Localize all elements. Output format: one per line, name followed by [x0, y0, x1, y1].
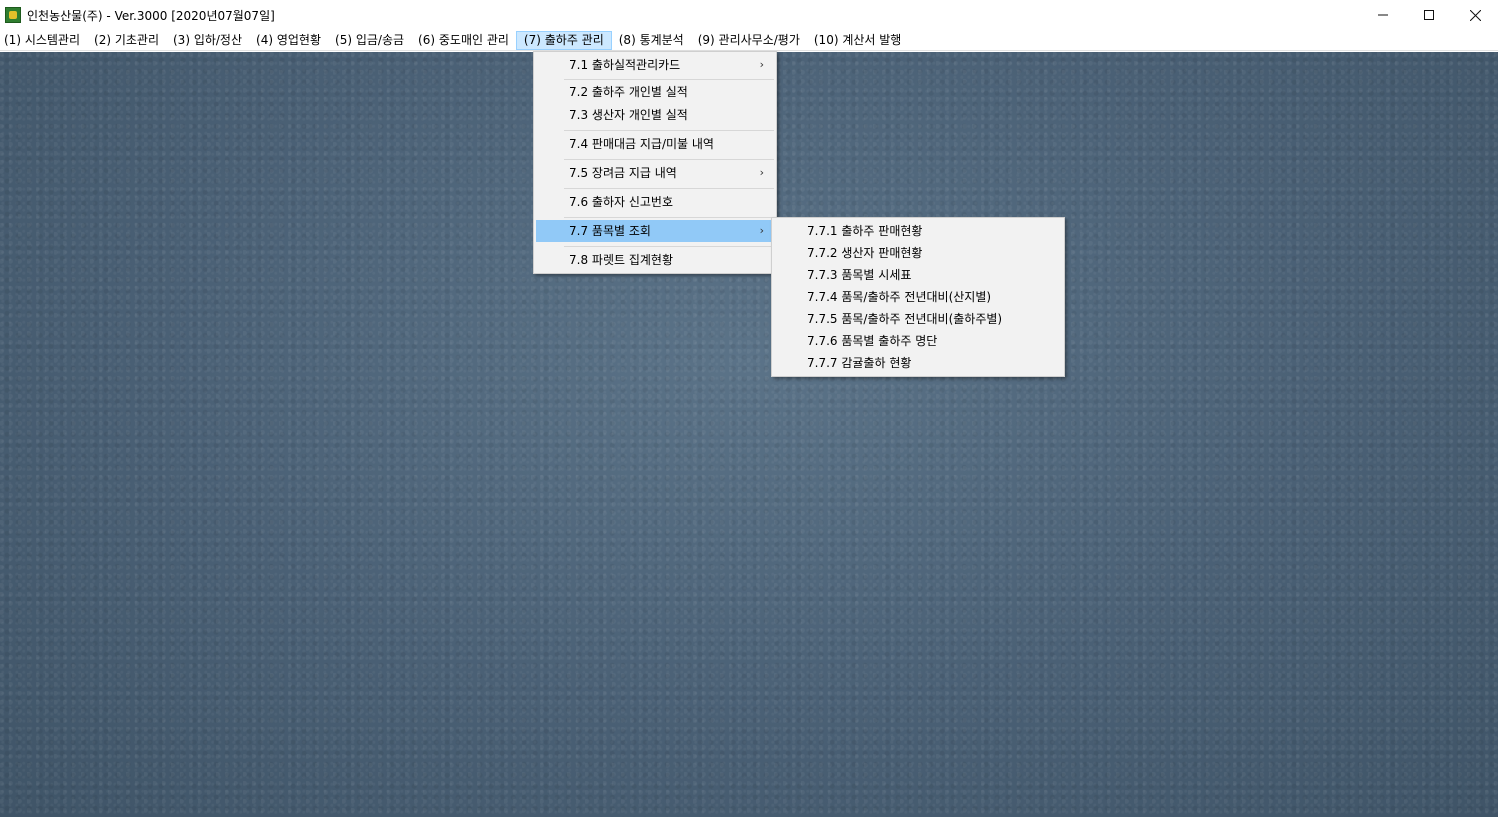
- menu-system[interactable]: (1) 시스템관리: [0, 31, 87, 50]
- dropdown-item-label: 7.3 생산자 개인별 실적: [569, 108, 688, 122]
- menu-shipper[interactable]: (7) 출하주 관리: [515, 30, 612, 50]
- window-title: 인천농산물(주) - Ver.3000 [2020년07월07일]: [27, 8, 275, 23]
- dropdown-item-label: 7.6 출하자 신고번호: [569, 195, 673, 209]
- menu-wholesaler[interactable]: (6) 중도매인 관리: [411, 31, 516, 50]
- menu-management-office[interactable]: (9) 관리사무소/평가: [691, 31, 807, 50]
- submenu-item-7-7-6[interactable]: 7.7.6 품목별 출하주 명단: [774, 330, 1062, 352]
- dropdown-item-7-7[interactable]: 7.7 품목별 조회 ›: [536, 220, 774, 242]
- submenu-item-7-7-2[interactable]: 7.7.2 생산자 판매현황: [774, 242, 1062, 264]
- menu-separator: [564, 246, 774, 247]
- submenu-item-7-7-7[interactable]: 7.7.7 감귤출하 현황: [774, 352, 1062, 374]
- menu-deposit-remittance[interactable]: (5) 입금/송금: [328, 31, 411, 50]
- chevron-right-icon: ›: [759, 166, 764, 179]
- app-leaf-icon[interactable]: [5, 7, 21, 23]
- menu-sales-status[interactable]: (4) 영업현황: [249, 31, 328, 50]
- dropdown-item-label: 7.5 장려금 지급 내역: [569, 166, 677, 180]
- menu-invoice[interactable]: (10) 계산서 발행: [807, 31, 908, 50]
- title-bar[interactable]: 인천농산물(주) - Ver.3000 [2020년07월07일]: [0, 0, 1498, 30]
- menu-statistics[interactable]: (8) 통계분석: [612, 31, 691, 50]
- dropdown-item-7-3[interactable]: 7.3 생산자 개인별 실적: [536, 104, 774, 126]
- menu-separator: [564, 217, 774, 218]
- close-button[interactable]: [1452, 0, 1498, 30]
- dropdown-item-7-8[interactable]: 7.8 파렛트 집계현황: [536, 249, 774, 271]
- chevron-right-icon: ›: [759, 224, 764, 237]
- dropdown-item-7-6[interactable]: 7.6 출하자 신고번호: [536, 191, 774, 213]
- dropdown-item-7-2[interactable]: 7.2 출하주 개인별 실적: [536, 81, 774, 103]
- dropdown-item-label: 7.7 품목별 조회: [569, 224, 651, 238]
- maximize-button[interactable]: [1406, 0, 1452, 30]
- dropdown-item-7-1[interactable]: 7.1 출하실적관리카드 ›: [536, 54, 774, 76]
- shipper-dropdown-menu: 7.1 출하실적관리카드 › 7.2 출하주 개인별 실적 7.3 생산자 개인…: [533, 51, 777, 274]
- dropdown-item-label: 7.1 출하실적관리카드: [569, 58, 681, 72]
- maximize-icon: [1424, 10, 1434, 20]
- menu-bar: (1) 시스템관리 (2) 기초관리 (3) 입하/정산 (4) 영업현황 (5…: [0, 30, 1498, 51]
- dropdown-item-label: 7.8 파렛트 집계현황: [569, 253, 673, 267]
- window-controls: [1360, 0, 1498, 30]
- chevron-right-icon: ›: [759, 58, 764, 71]
- dropdown-item-7-4[interactable]: 7.4 판매대금 지급/미불 내역: [536, 133, 774, 155]
- menu-basic[interactable]: (2) 기초관리: [87, 31, 166, 50]
- submenu-item-7-7-3[interactable]: 7.7.3 품목별 시세표: [774, 264, 1062, 286]
- submenu-item-7-7-1[interactable]: 7.7.1 출하주 판매현황: [774, 220, 1062, 242]
- close-icon: [1469, 9, 1481, 21]
- dropdown-item-label: 7.2 출하주 개인별 실적: [569, 85, 688, 99]
- menu-separator: [564, 79, 774, 80]
- minimize-icon: [1378, 14, 1388, 16]
- submenu-item-7-7-4[interactable]: 7.7.4 품목/출하주 전년대비(산지별): [774, 286, 1062, 308]
- menu-receiving-settlement[interactable]: (3) 입하/정산: [166, 31, 249, 50]
- item-query-submenu: 7.7.1 출하주 판매현황 7.7.2 생산자 판매현황 7.7.3 품목별 …: [771, 217, 1065, 377]
- submenu-item-7-7-5[interactable]: 7.7.5 품목/출하주 전년대비(출하주별): [774, 308, 1062, 330]
- menu-separator: [564, 130, 774, 131]
- menu-separator: [564, 188, 774, 189]
- menu-separator: [564, 159, 774, 160]
- dropdown-item-label: 7.4 판매대금 지급/미불 내역: [569, 137, 714, 151]
- minimize-button[interactable]: [1360, 0, 1406, 30]
- dropdown-item-7-5[interactable]: 7.5 장려금 지급 내역 ›: [536, 162, 774, 184]
